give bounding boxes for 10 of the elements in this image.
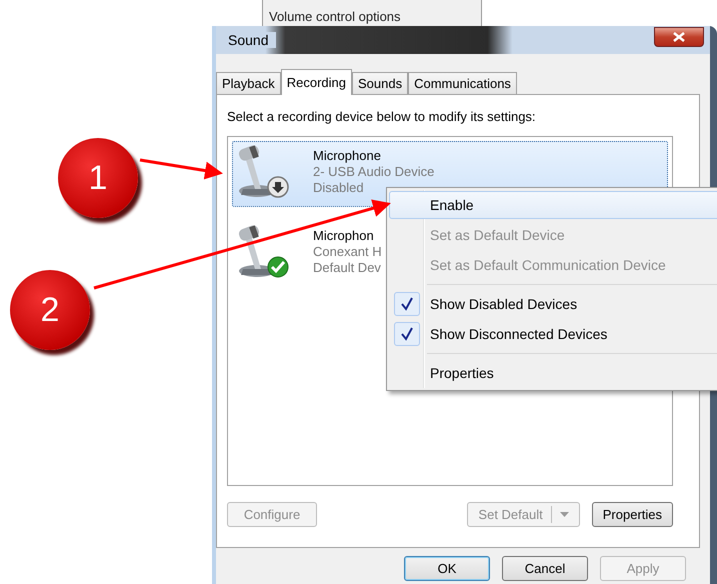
instruction-text: Select a recording device below to modify its settings: <box>227 109 537 124</box>
device-status: Default Dev <box>313 260 382 276</box>
annotation-badge: 2 <box>10 270 90 350</box>
background-window-text: Volume control options <box>269 8 401 26</box>
device-name: Microphon <box>313 228 375 244</box>
device-description: 2- USB Audio Device <box>313 164 434 180</box>
device-description: Conexant H <box>313 244 382 260</box>
device-name: Microphone <box>313 148 382 164</box>
device-status: Disabled <box>313 180 365 196</box>
annotation-badge: 1 <box>58 138 138 218</box>
